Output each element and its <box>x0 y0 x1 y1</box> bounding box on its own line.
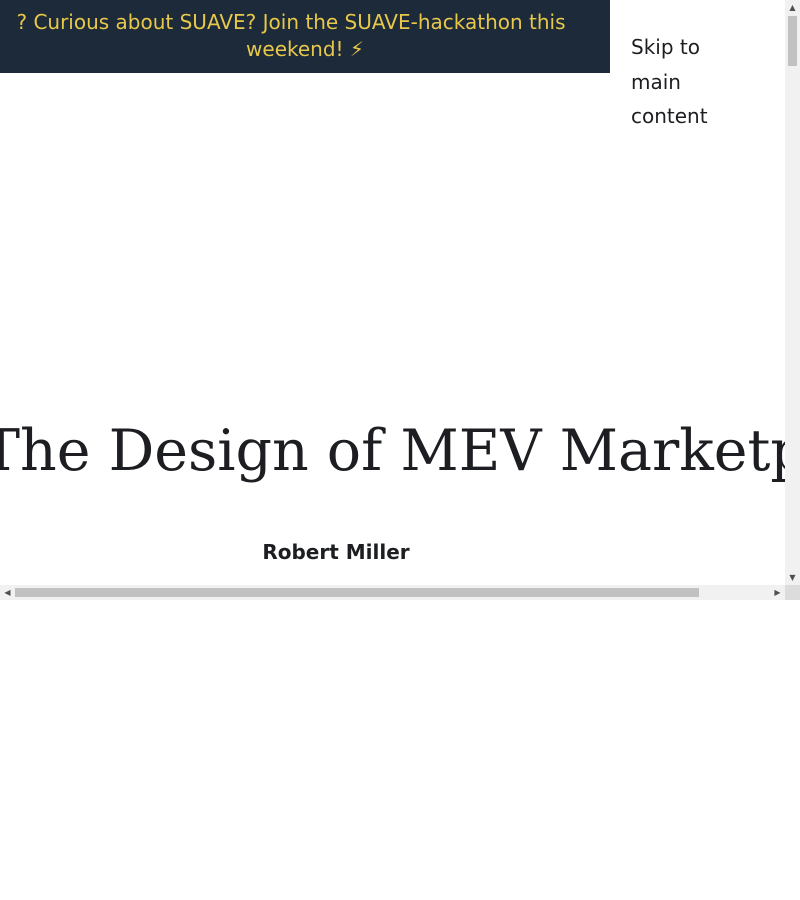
announcement-bar[interactable]: ? Curious about SUAVE? Join the SUAVE-ha… <box>0 0 610 73</box>
scroll-up-arrow-icon[interactable]: ▲ <box>785 0 800 15</box>
announcement-text-line-1[interactable]: ? Curious about SUAVE? Join the SUAVE-ha… <box>0 9 596 36</box>
scrollbar-corner <box>785 585 800 600</box>
scroll-down-arrow-icon[interactable]: ▼ <box>785 570 800 585</box>
scroll-right-arrow-icon[interactable]: ▶ <box>770 585 785 600</box>
article-title: The Design of MEV Marketplaces <box>0 418 800 484</box>
vertical-scroll-thumb[interactable] <box>788 16 797 66</box>
horizontal-scrollbar[interactable]: ◀ ▶ <box>0 585 785 600</box>
skip-to-main-content-link[interactable]: Skip to main content <box>631 30 741 134</box>
scroll-left-arrow-icon[interactable]: ◀ <box>0 585 15 600</box>
vertical-scrollbar[interactable]: ▲ ▼ <box>785 0 800 585</box>
announcement-text-line-2[interactable]: weekend! ⚡ <box>0 36 610 63</box>
article-author: Robert Miller <box>262 540 410 564</box>
browser-viewport: ? Curious about SUAVE? Join the SUAVE-ha… <box>0 0 800 600</box>
horizontal-scroll-thumb[interactable] <box>15 588 699 597</box>
